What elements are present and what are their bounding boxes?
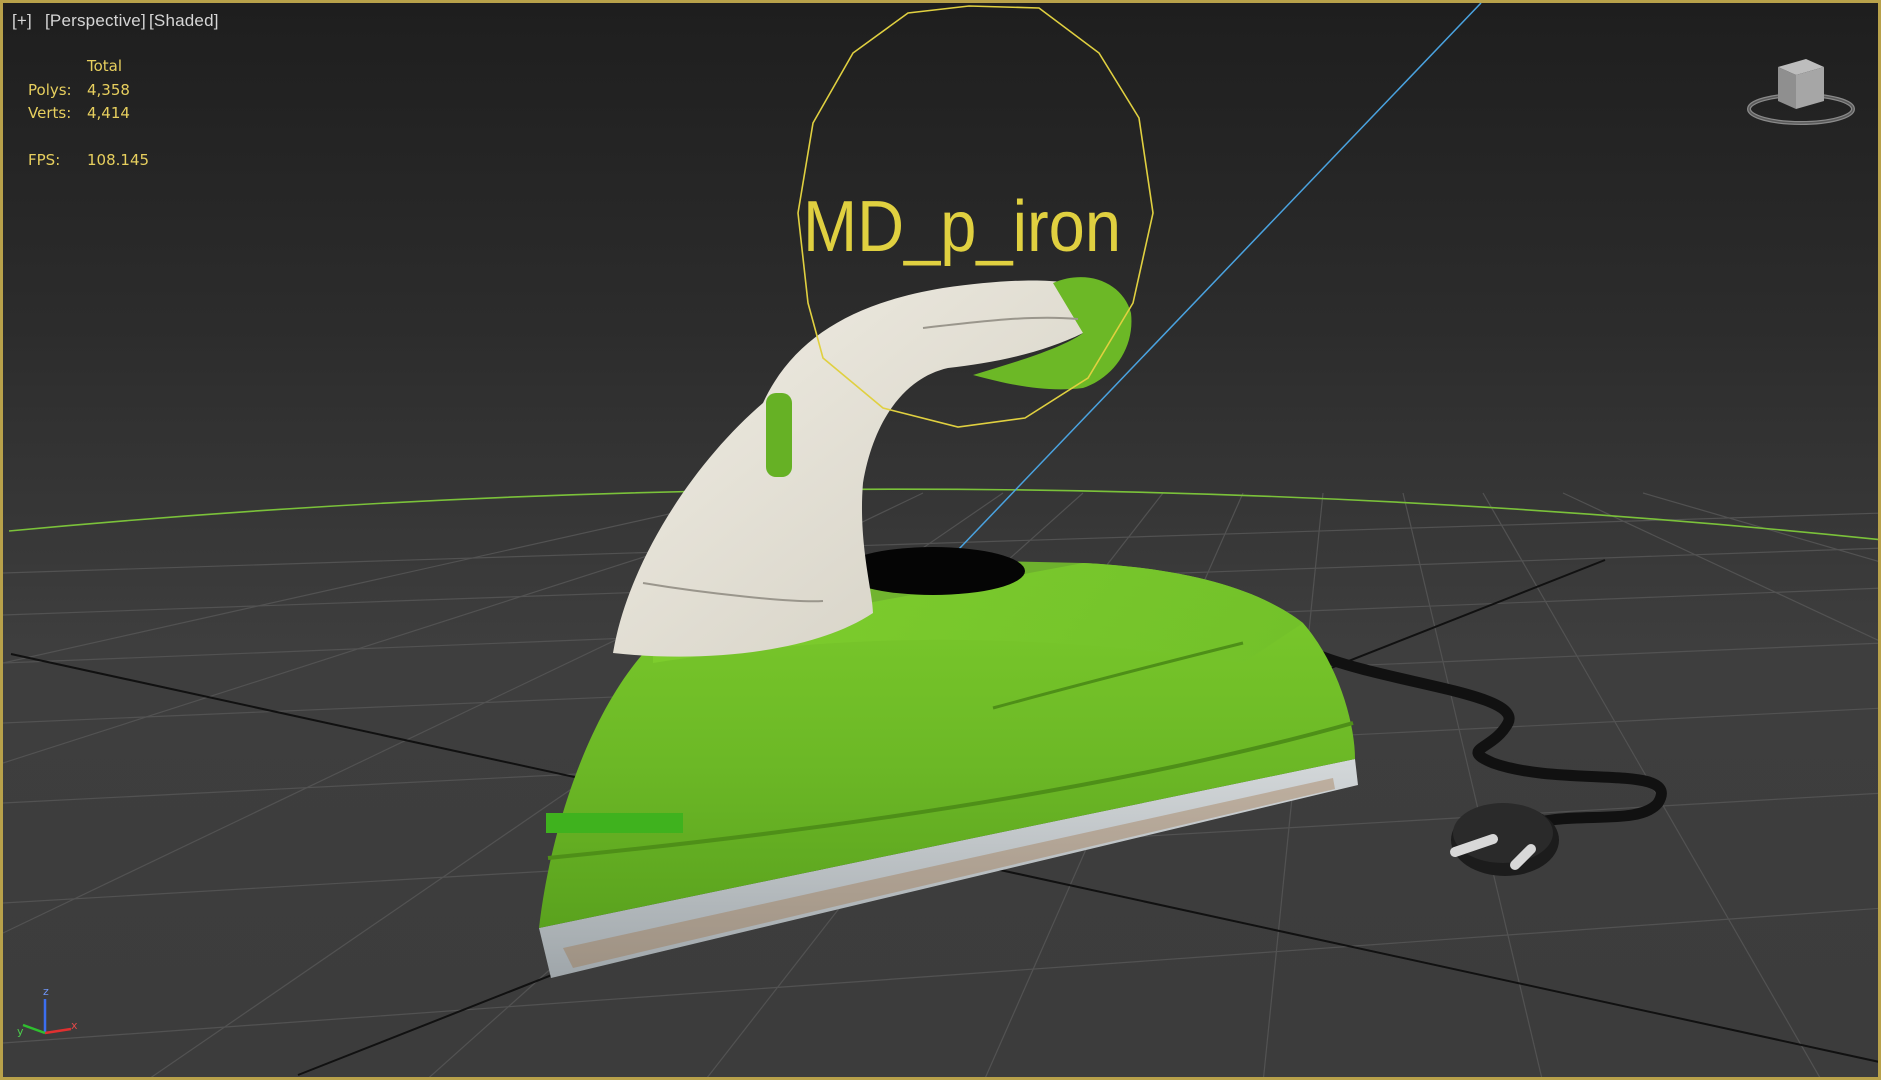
viewport-shading-label[interactable]: [Shaded] bbox=[149, 11, 219, 31]
axis-y-label: y bbox=[17, 1025, 24, 1038]
viewport-view-label[interactable]: [Perspective] bbox=[45, 11, 146, 31]
polys-label: Polys: bbox=[28, 80, 72, 99]
fps-label: FPS: bbox=[28, 150, 61, 169]
object-name-text: MD_p_iron bbox=[803, 187, 1121, 267]
axis-tripod-icon: z x y bbox=[13, 985, 83, 1043]
viewport-menu-button[interactable]: [+] bbox=[12, 11, 32, 31]
viewport-scene[interactable] bbox=[3, 3, 1881, 1080]
verts-value: 4,414 bbox=[87, 104, 130, 122]
object-name-label: MD_p_iron bbox=[803, 187, 1121, 267]
axis-x-label: x bbox=[71, 1019, 78, 1032]
viewport-statistics: Total Polys: 4,358 Verts: 4,414 FPS: 108… bbox=[28, 55, 149, 172]
steam-knob bbox=[766, 393, 792, 477]
power-cord bbox=[1307, 647, 1667, 834]
axis-z-label: z bbox=[43, 985, 49, 998]
fps-value: 108.145 bbox=[87, 150, 150, 169]
viewcube-icon[interactable] bbox=[1746, 51, 1856, 131]
stats-header: Total bbox=[87, 57, 123, 75]
polys-value: 4,358 bbox=[87, 80, 130, 99]
power-plug bbox=[1450, 803, 1559, 876]
iron-front-button bbox=[546, 813, 683, 833]
verts-label: Verts: bbox=[28, 104, 72, 122]
perspective-viewport[interactable]: [+] [Perspective] [Shaded] Total Polys: … bbox=[0, 0, 1881, 1080]
